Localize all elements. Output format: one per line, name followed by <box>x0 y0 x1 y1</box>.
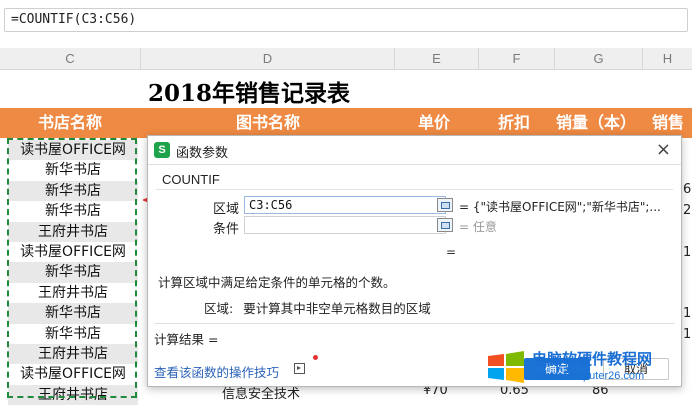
watermark-url: www.computer26.com <box>536 370 645 382</box>
wps-logo-icon: S <box>154 142 170 158</box>
arg-label-range: 区域 <box>213 202 240 217</box>
column-header-f[interactable]: F <box>479 48 555 70</box>
parameter-description: 区域: 要计算其中非空单元格数目的区域 <box>204 298 431 317</box>
arg-label-criteria: 条件 <box>213 222 240 237</box>
function-result-equals: = <box>446 245 457 259</box>
video-tutorial-icon[interactable] <box>294 363 305 374</box>
function-name: COUNTIF <box>162 172 220 187</box>
column-header-d[interactable]: D <box>141 48 395 70</box>
column-header-h[interactable]: H <box>643 48 692 70</box>
criteria-input[interactable] <box>244 216 446 234</box>
range-input[interactable]: C3:C56 <box>244 196 446 214</box>
header-price[interactable]: 单价 <box>418 108 450 138</box>
watermark-site-name: 电脑软硬件教程网 <box>532 350 653 368</box>
partial-value: 1, <box>683 245 692 260</box>
dialog-title: 函数参数 <box>176 146 229 161</box>
dialog-title-bar[interactable]: S 函数参数 × <box>148 136 681 165</box>
header-sales-amount[interactable]: 销售 <box>652 108 684 138</box>
divider <box>154 323 675 324</box>
function-description: 计算区域中满足给定条件的单元格的个数。 <box>158 275 396 290</box>
range-picker-icon[interactable] <box>437 198 453 212</box>
range-selection-marquee <box>7 138 137 398</box>
header-discount[interactable]: 折扣 <box>498 108 530 138</box>
formula-bar: =COUNTIF(C3:C56) <box>0 0 692 40</box>
column-header-e[interactable]: E <box>395 48 479 70</box>
column-header-g[interactable]: G <box>555 48 643 70</box>
calculation-result: 计算结果 = <box>154 332 219 347</box>
watermark: 电脑软硬件教程网 www.computer26.com <box>484 344 684 388</box>
partial-value: 2, <box>683 203 692 218</box>
function-tips-link[interactable]: 查看该函数的操作技巧 <box>154 362 279 381</box>
parameter-name: 区域: <box>204 301 234 316</box>
windows-logo-icon <box>488 351 524 383</box>
criteria-picker-icon[interactable] <box>437 218 453 232</box>
header-sales-qty[interactable]: 销量（本） <box>556 108 636 138</box>
notification-dot-icon <box>313 355 318 360</box>
sheet-title[interactable]: 2018年销售记录表 <box>148 74 350 108</box>
partial-value: 1, <box>683 306 692 321</box>
partial-value: 1, <box>683 327 692 342</box>
header-book-name[interactable]: 图书名称 <box>236 108 300 138</box>
close-icon[interactable]: × <box>656 139 671 160</box>
partial-value: 6, <box>683 182 692 197</box>
arguments-group: 区域 C3:C56 = {"读书屋OFFICE网";"新华书店";... 条件 … <box>156 189 673 242</box>
parameter-text: 要计算其中非空单元格数目的区域 <box>243 301 431 316</box>
header-bookstore[interactable]: 书店名称 <box>38 108 102 138</box>
column-header-c[interactable]: C <box>0 48 141 70</box>
formula-input[interactable]: =COUNTIF(C3:C56) <box>4 8 688 32</box>
range-result: = {"读书屋OFFICE网";"新华书店";... <box>459 200 661 214</box>
criteria-result: = 任意 <box>459 220 497 234</box>
